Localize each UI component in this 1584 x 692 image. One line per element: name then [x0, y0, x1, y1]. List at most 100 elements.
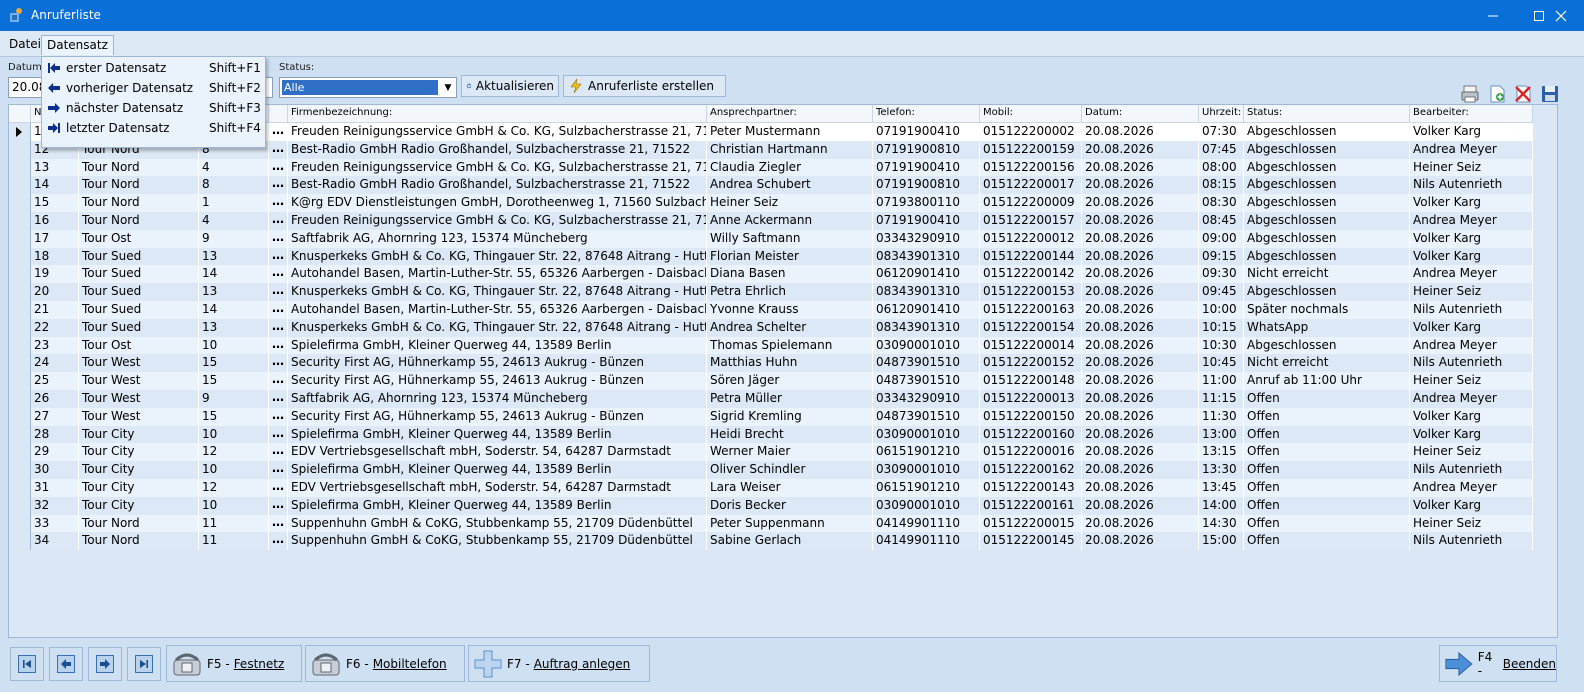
table-row[interactable]: 34 Tour Nord 11… Suppenhuhn GmbH & CoKG, St…	[9, 532, 1533, 551]
header-telefon[interactable]: Telefon:	[873, 105, 980, 123]
exit-button[interactable]: F4 - Beenden	[1439, 645, 1557, 682]
next-record-button[interactable]	[88, 647, 122, 681]
cell-dots-button[interactable]: …	[269, 407, 288, 426]
cell-telefon: 04149901110	[873, 514, 980, 533]
date-input[interactable]: 20.08.	[8, 77, 44, 98]
cell-dots-button[interactable]: …	[269, 461, 288, 480]
header-ansprechpartner[interactable]: Ansprechpartner:	[707, 105, 873, 123]
landline-call-button[interactable]: F5 - Festnetz	[166, 645, 302, 682]
cell-uhrzeit: 10:30	[1199, 336, 1244, 355]
table-row[interactable]: 21 Tour Sued 14… Autohandel Basen, Martin-L…	[9, 301, 1533, 319]
cell-telefon: 07191900410	[873, 158, 980, 177]
cell-dots-button[interactable]: …	[269, 212, 288, 230]
header-bearbeiter[interactable]: Bearbeiter:	[1410, 105, 1533, 123]
cell-bearbeiter: Volker Karg	[1410, 318, 1533, 337]
cell-dots-button[interactable]: …	[269, 496, 288, 515]
cell-firma: Knusperkeks GmbH & Co. KG, Thingauer Str…	[288, 283, 707, 302]
table-row[interactable]: 23 Tour Ost 10… Spielefirma GmbH, Kleiner Q…	[9, 336, 1533, 355]
cell-dots-button[interactable]: …	[269, 265, 288, 284]
cell-dots-button[interactable]: …	[269, 443, 288, 462]
menu-datei[interactable]: Datei	[4, 35, 46, 55]
table-row[interactable]: 19 Tour Sued 14… Autohandel Basen, Martin-L…	[9, 265, 1533, 284]
close-button[interactable]	[1538, 0, 1584, 31]
cell-bearbeiter: Heiner Seiz	[1410, 443, 1533, 462]
cell-dots-button[interactable]: …	[269, 194, 288, 213]
menu-item-first-record[interactable]: erster Datensatz Shift+F1	[42, 58, 265, 78]
cell-dots-button[interactable]: …	[269, 283, 288, 302]
table-row[interactable]: 14 Tour Nord 8… Best-Radio GmbH Radio Großh…	[9, 176, 1533, 195]
create-list-button[interactable]: Anruferliste erstellen	[563, 75, 726, 97]
header-status[interactable]: Status:	[1244, 105, 1410, 123]
cell-status: Offen	[1244, 425, 1410, 444]
cell-knr: 10	[199, 336, 269, 355]
table-row[interactable]: 31 Tour City 12… EDV Vertriebsgesellschaft …	[9, 479, 1533, 497]
table-row[interactable]: 22 Tour Sued 13… Knusperkeks GmbH & Co. KG,…	[9, 318, 1533, 337]
table-row[interactable]: 32 Tour City 10… Spielefirma GmbH, Kleiner …	[9, 496, 1533, 515]
table-row[interactable]: 20 Tour Sued 13… Knusperkeks GmbH & Co. KG,…	[9, 283, 1533, 302]
minimize-button[interactable]	[1470, 0, 1516, 31]
print-icon[interactable]	[1460, 84, 1480, 104]
title-bar: Anruferliste	[0, 0, 1584, 31]
cell-dots-button[interactable]: …	[269, 158, 288, 177]
menu-item-last-record[interactable]: letzter Datensatz Shift+F4	[42, 118, 265, 138]
last-record-button[interactable]	[127, 647, 161, 681]
table-row[interactable]: 29 Tour City 12… EDV Vertriebsgesellschaft …	[9, 443, 1533, 462]
previous-record-button[interactable]	[49, 647, 83, 681]
cell-dots-button[interactable]: …	[269, 123, 288, 141]
delete-record-icon[interactable]	[1513, 84, 1533, 104]
skip-first-icon	[23, 660, 31, 668]
refresh-button[interactable]: Aktualisieren	[461, 75, 559, 97]
cell-dots-button[interactable]: …	[269, 140, 288, 159]
table-row[interactable]: 30 Tour City 10… Spielefirma GmbH, Kleiner …	[9, 461, 1533, 480]
table-row[interactable]: 27 Tour West 15… Security First AG, Hühnerk…	[9, 407, 1533, 426]
table-row[interactable]: 28 Tour City 10… Spielefirma GmbH, Kleiner …	[9, 425, 1533, 444]
header-uhrzeit[interactable]: Uhrzeit:	[1199, 105, 1244, 123]
create-order-button[interactable]: F7 - Auftrag anlegen	[468, 645, 650, 682]
table-row[interactable]: 24 Tour West 15… Security First AG, Hühnerk…	[9, 354, 1533, 373]
cell-datum: 20.08.2026	[1082, 407, 1199, 426]
cell-dots-button[interactable]: …	[269, 425, 288, 444]
cell-dots-button[interactable]: …	[269, 301, 288, 319]
cell-tour: Tour Nord	[79, 194, 199, 213]
cell-dots-button[interactable]: …	[269, 318, 288, 337]
table-row[interactable]: 18 Tour Sued 13… Knusperkeks GmbH & Co. KG,…	[9, 247, 1533, 266]
cell-firma: Suppenhuhn GmbH & CoKG, Stubbenkamp 55, …	[288, 532, 707, 551]
table-row[interactable]: 13 Tour Nord 4… Freuden Reinigungsservice G…	[9, 158, 1533, 177]
table-row[interactable]: 15 Tour Nord 1… K@rg EDV Dienstleistungen G…	[9, 194, 1533, 213]
cell-dots-button[interactable]: …	[269, 479, 288, 497]
status-select[interactable]: Alle ▼	[279, 77, 457, 98]
cell-dots-button[interactable]: …	[269, 514, 288, 533]
menu-item-next-record[interactable]: nächster Datensatz Shift+F3	[42, 98, 265, 118]
cell-dots-button[interactable]: …	[269, 354, 288, 373]
cell-dots-button[interactable]: …	[269, 372, 288, 391]
cell-uhrzeit: 07:30	[1199, 123, 1244, 141]
cell-dots-button[interactable]: …	[269, 390, 288, 408]
cell-mobil: 015122200012	[980, 229, 1082, 248]
cell-dots-button[interactable]: …	[269, 247, 288, 266]
table-row[interactable]: 25 Tour West 15… Security First AG, Hühnerk…	[9, 372, 1533, 391]
menu-datensatz[interactable]: Datensatz	[41, 35, 114, 55]
save-icon[interactable]	[1540, 84, 1560, 104]
cell-knr: 4	[199, 212, 269, 230]
cell-dots-button[interactable]: …	[269, 229, 288, 248]
header-firma[interactable]: Firmenbezeichnung:	[288, 105, 707, 123]
cell-dots-button[interactable]: …	[269, 532, 288, 551]
cell-mobil: 015122200144	[980, 247, 1082, 266]
cell-dots-button[interactable]: …	[269, 176, 288, 195]
table-row[interactable]: 26 Tour West 9… Saftfabrik AG, Ahornring 12…	[9, 390, 1533, 408]
menu-item-label: vorheriger Datensatz	[66, 81, 194, 95]
mobile-call-button[interactable]: F6 - Mobiltelefon	[305, 645, 465, 682]
new-record-icon[interactable]	[1487, 84, 1507, 104]
table-row[interactable]: 33 Tour Nord 11… Suppenhuhn GmbH & CoKG, St…	[9, 514, 1533, 533]
table-row[interactable]: 16 Tour Nord 4… Freuden Reinigungsservice G…	[9, 212, 1533, 230]
menu-item-previous-record[interactable]: vorheriger Datensatz Shift+F2	[42, 78, 265, 98]
cell-datum: 20.08.2026	[1082, 265, 1199, 284]
header-mobil[interactable]: Mobil:	[980, 105, 1082, 123]
header-dots[interactable]	[269, 105, 288, 123]
header-datum[interactable]: Datum:	[1082, 105, 1199, 123]
first-record-button[interactable]	[10, 647, 44, 681]
table-row[interactable]: 17 Tour Ost 9… Saftfabrik AG, Ahornring 123…	[9, 229, 1533, 248]
cell-dots-button[interactable]: …	[269, 336, 288, 355]
cell-firma: Security First AG, Hühnerkamp 55, 24613 …	[288, 407, 707, 426]
caller-list-grid[interactable]: N Firmenbezeichnung: Ansprechpartner: Te…	[8, 104, 1558, 638]
